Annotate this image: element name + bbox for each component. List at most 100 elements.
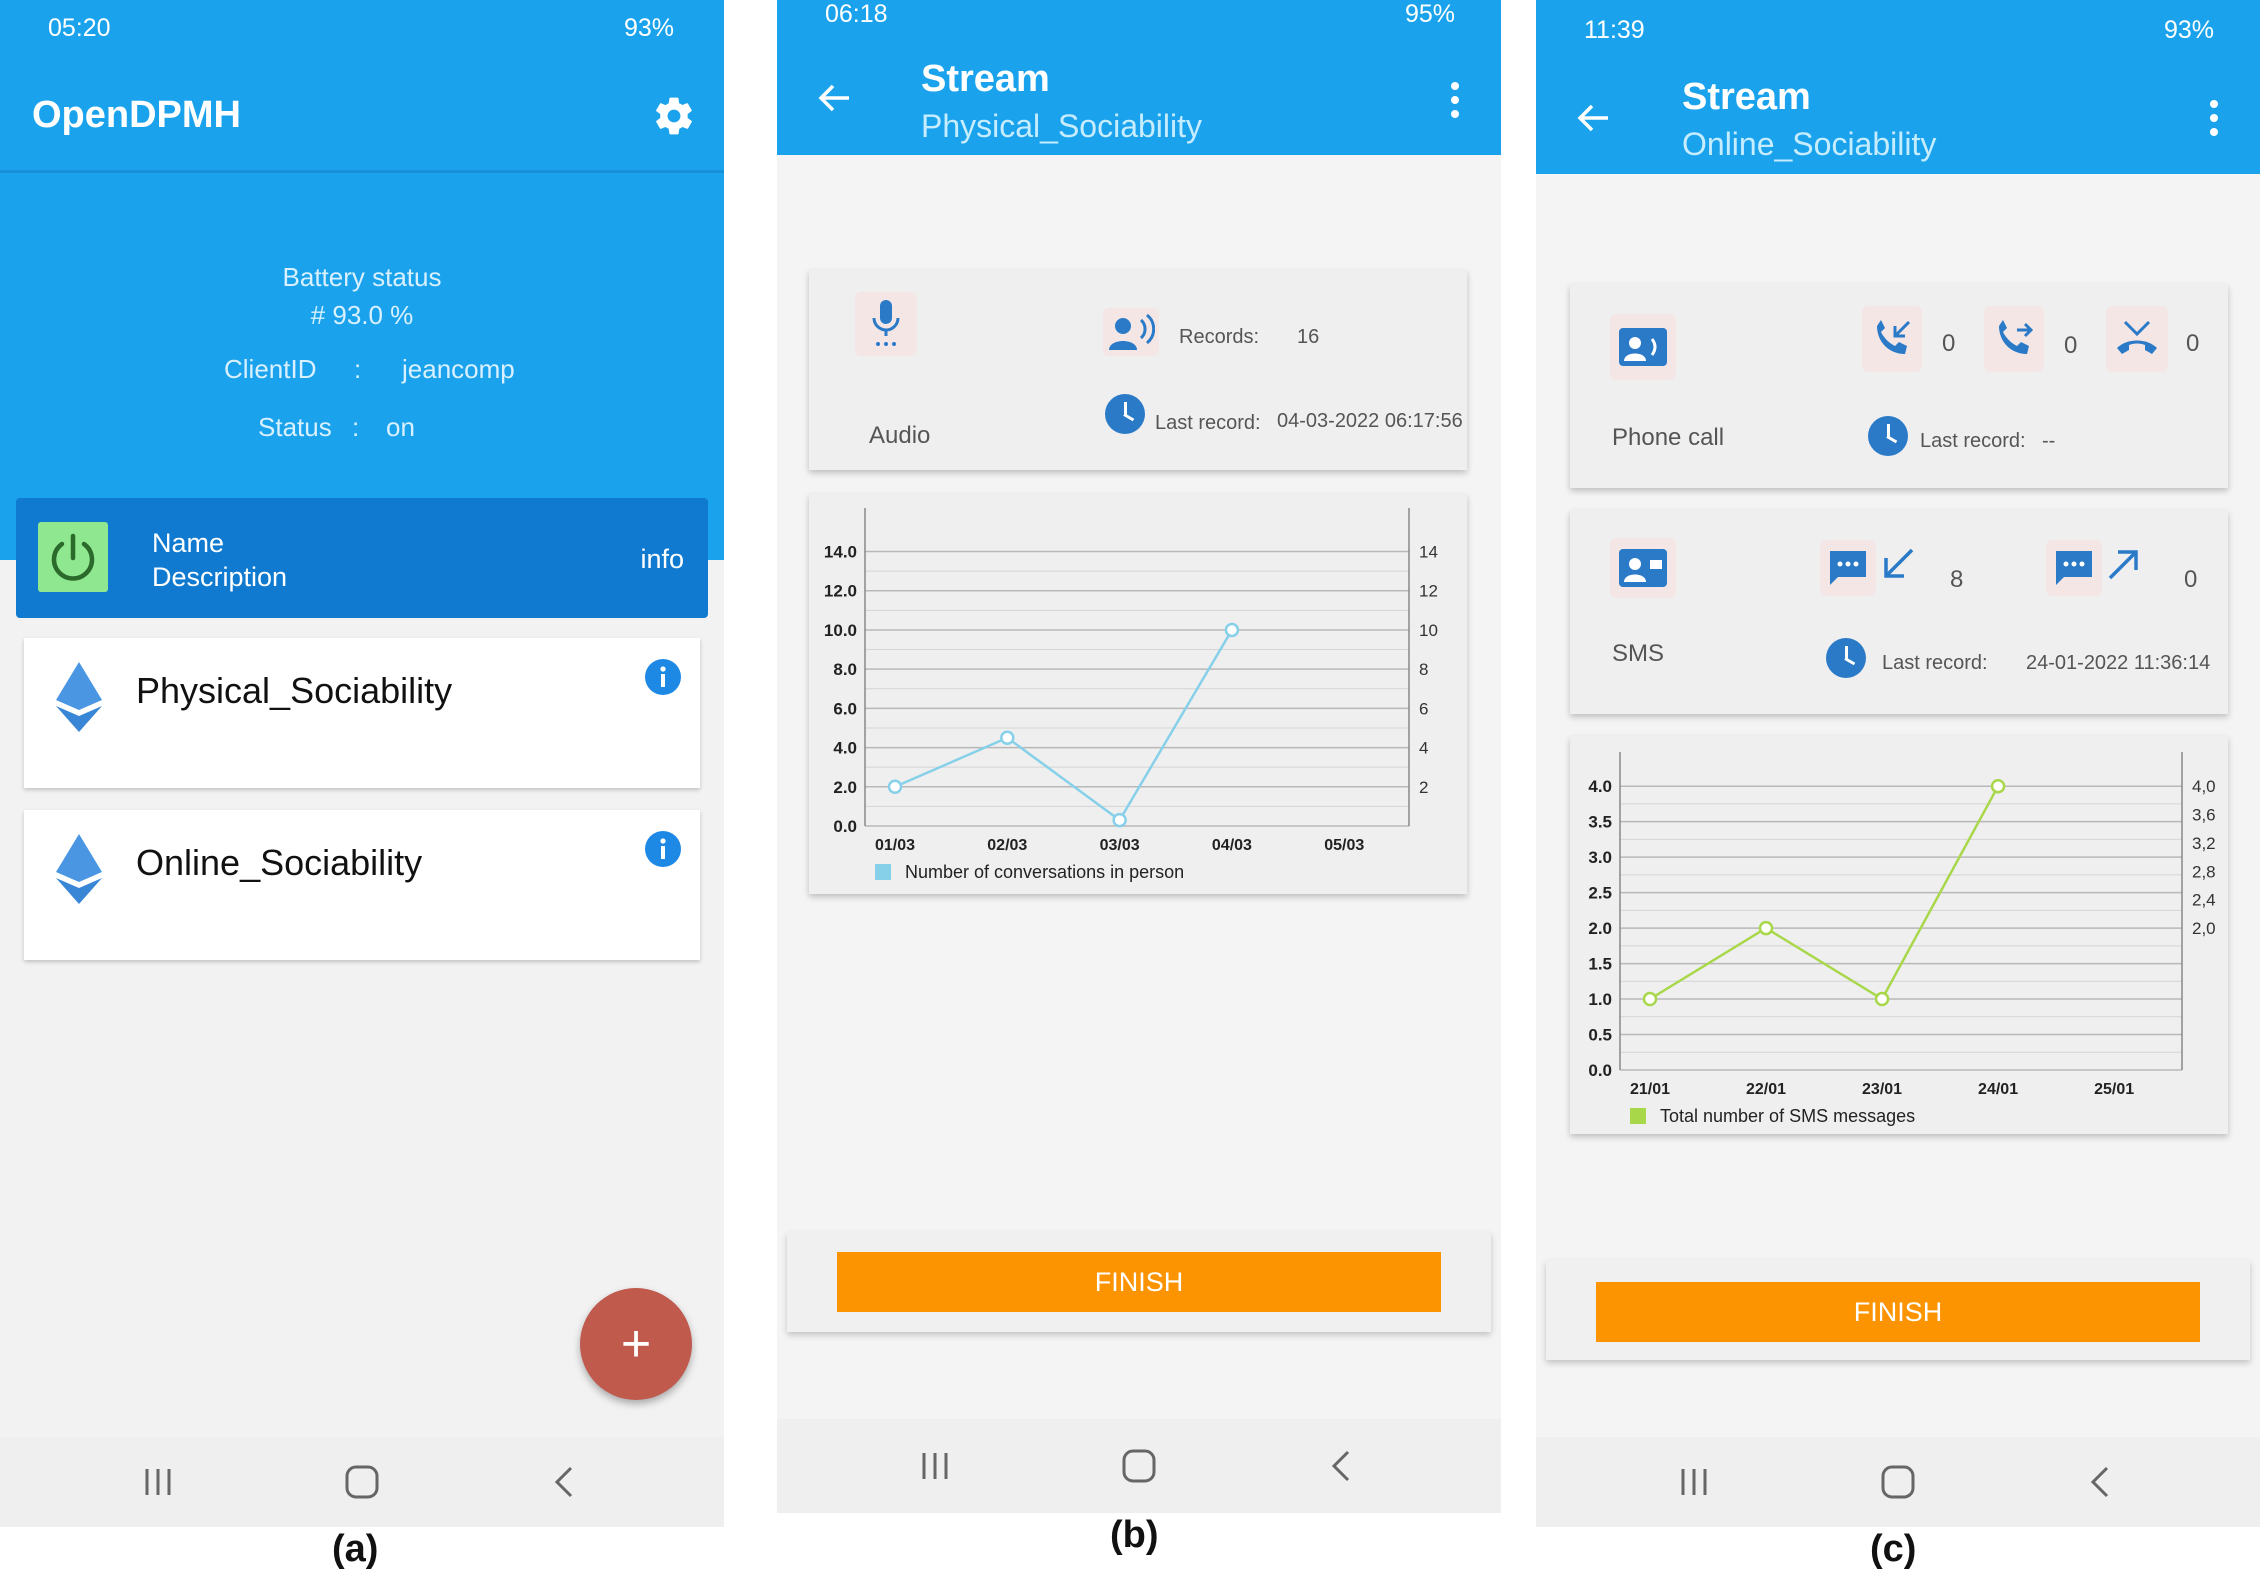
status-label: Status — [258, 412, 332, 442]
home-icon — [1122, 1449, 1156, 1483]
status-battery: 93% — [623, 14, 674, 42]
speaker-tile — [1103, 308, 1159, 356]
call-made-icon — [1999, 320, 2034, 354]
recents-button[interactable] — [118, 1437, 198, 1527]
finish-button[interactable]: FINISH — [1596, 1282, 2200, 1342]
label-c: (c) — [1870, 1528, 1917, 1570]
info-icon[interactable] — [644, 830, 682, 868]
status-bar: 06:18 95% — [777, 0, 1501, 40]
call-received-tile — [1862, 306, 1922, 372]
finish-button[interactable]: FINISH — [837, 1252, 1441, 1312]
client-id-label: ClientID — [224, 354, 317, 384]
x-tick-label: 01/03 — [875, 837, 915, 854]
chart-card: 0.0 0.5 1.0 1.5 2.0 2.5 3.0 3.5 4.0 2,0 2,4 2,8 3,2 3… — [1570, 736, 2228, 1134]
home-button[interactable] — [322, 1437, 402, 1527]
power-icon — [51, 533, 95, 581]
y2-tick-label: 2,8 — [2192, 862, 2216, 881]
power-button[interactable] — [38, 522, 108, 592]
home-icon — [345, 1465, 379, 1499]
y-tick-label: 3.5 — [1588, 813, 1612, 832]
y2-tick-label: 3,6 — [2192, 806, 2216, 825]
data-point — [1990, 778, 2006, 794]
y-tick-label: 2.0 — [1588, 919, 1612, 938]
list-item[interactable]: Physical_Sociability — [24, 638, 700, 788]
chat-icon — [2056, 551, 2092, 585]
call-missed-icon — [2117, 320, 2157, 354]
status-battery: 95% — [1404, 0, 1455, 28]
battery-status-value: # 93.0 % — [310, 300, 414, 330]
y-tick-label: 14.0 — [824, 543, 857, 562]
chat-icon — [1830, 551, 1866, 585]
list-item-label: Physical_Sociability — [136, 670, 453, 711]
status-bar: 11:39 93% — [1536, 0, 2260, 58]
sms-out-tile — [2046, 540, 2102, 596]
arrow-back-icon[interactable] — [815, 78, 855, 118]
line-chart: 0.0 0.5 1.0 1.5 2.0 2.5 3.0 3.5 4.0 2,0 2,4 2,8 3,2 3… — [1588, 752, 2216, 1126]
data-point — [1112, 812, 1127, 828]
phone-last-record-label: Last record: — [1920, 430, 2026, 452]
client-id-value: jeancomp — [402, 354, 515, 384]
call-made-tile — [1984, 306, 2044, 372]
call-missed-count: 0 — [2186, 330, 2200, 357]
legend-label: Total number of SMS messages — [1660, 1106, 1915, 1126]
mic-tile — [855, 292, 917, 356]
phone-call-card: Phone call 0 0 0 Last record: -- — [1570, 284, 2228, 488]
records-value: 16 — [1297, 326, 1320, 348]
app-title: OpenDPMH — [32, 94, 241, 136]
status-value: on — [386, 412, 415, 442]
call-out-count: 0 — [2064, 332, 2078, 359]
back-button[interactable] — [2060, 1437, 2140, 1527]
y-tick-label: 4.0 — [1588, 777, 1612, 796]
sms-out-count: 0 — [2184, 566, 2198, 593]
x-tick-label: 02/03 — [987, 837, 1027, 854]
x-tick-label: 22/01 — [1746, 1081, 1786, 1098]
page-title: Stream — [921, 58, 1050, 100]
data-point — [1224, 622, 1240, 638]
call-missed-tile — [2106, 306, 2168, 372]
y2-tick-label: 2,0 — [2192, 919, 2216, 938]
add-button[interactable]: + — [580, 1288, 692, 1400]
home-button[interactable] — [1858, 1437, 1938, 1527]
battery-status-label: Battery status — [282, 262, 442, 292]
recents-button[interactable] — [895, 1419, 975, 1513]
x-tick-label: 21/01 — [1630, 1081, 1670, 1098]
legend-swatch — [1630, 1108, 1646, 1124]
phone-last-record-value: -- — [2042, 430, 2056, 452]
y-tick-label: 4.0 — [833, 739, 857, 758]
y-tick-label: 12.0 — [824, 582, 857, 601]
page-subtitle: Online_Sociability — [1682, 126, 1937, 162]
last-record-value: 04-03-2022 06:17:56 — [1277, 410, 1463, 432]
list-header: Name Description info — [16, 498, 708, 618]
arrow-in-icon — [1884, 548, 1914, 578]
plus-icon: + — [620, 1315, 652, 1373]
gear-icon[interactable] — [652, 94, 696, 138]
recents-icon — [922, 1453, 948, 1479]
more-vert-icon[interactable] — [1449, 80, 1461, 120]
list-item[interactable]: Online_Sociability — [24, 810, 700, 960]
header-info: info — [640, 544, 684, 574]
phone-call-label: Phone call — [1612, 424, 1725, 451]
page-title: Stream — [1682, 76, 1811, 118]
arrow-back-icon[interactable] — [1574, 98, 1614, 138]
y2-tick-label: 3,2 — [2192, 834, 2216, 853]
y-tick-label: 3.0 — [1588, 848, 1612, 867]
x-tick-label: 25/01 — [2094, 1081, 2134, 1098]
home-button[interactable] — [1099, 1419, 1179, 1513]
more-vert-icon[interactable] — [2208, 98, 2220, 138]
back-button[interactable] — [1301, 1419, 1381, 1513]
y-tick-label: 10.0 — [824, 621, 857, 640]
series-line — [894, 629, 1234, 822]
y2-tick-label: 2,4 — [2192, 891, 2216, 910]
data-point — [887, 779, 903, 795]
contact-mail-tile — [1610, 538, 1676, 598]
finish-bar: FINISH — [787, 1232, 1491, 1332]
home-icon — [1881, 1465, 1915, 1499]
list-item-label: Online_Sociability — [136, 842, 423, 883]
voice-icon — [1109, 313, 1155, 350]
x-tick-label: 04/03 — [1212, 837, 1252, 854]
contact-phone-icon — [1619, 328, 1667, 366]
recents-button[interactable] — [1654, 1437, 1734, 1527]
back-button[interactable] — [524, 1437, 604, 1527]
legend-swatch — [875, 864, 891, 880]
info-icon[interactable] — [644, 658, 682, 696]
